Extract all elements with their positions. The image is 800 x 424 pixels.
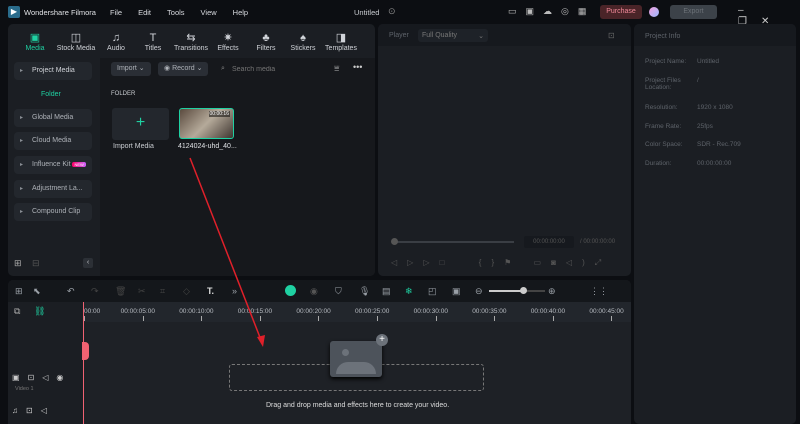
arrow-line bbox=[189, 157, 262, 341]
drag-arrow-annotation bbox=[189, 157, 265, 347]
arrow-head bbox=[257, 335, 265, 347]
